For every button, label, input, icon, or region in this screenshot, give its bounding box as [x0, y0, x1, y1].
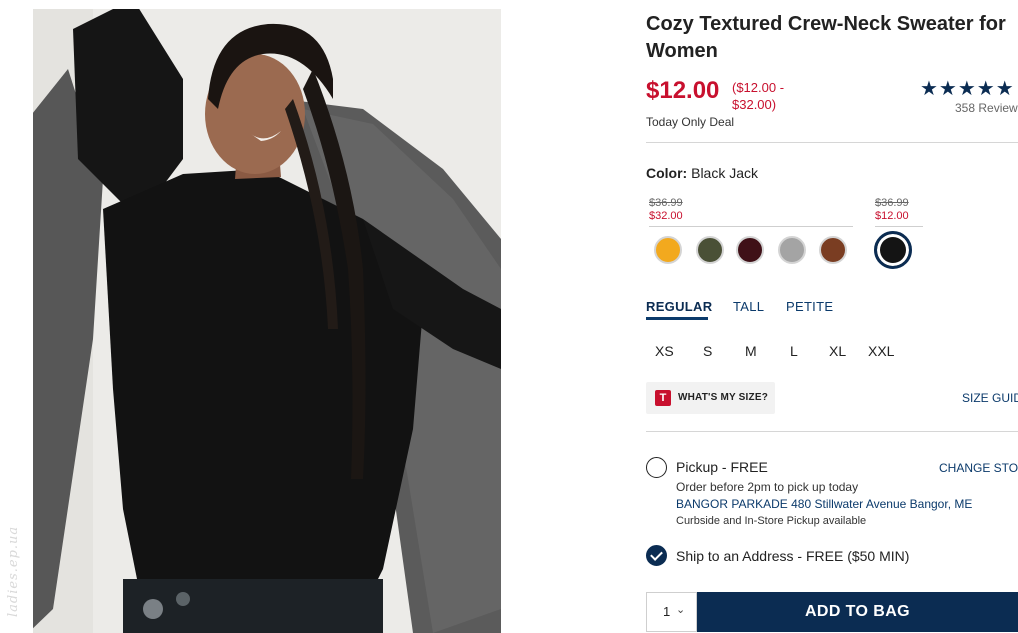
- curbside-note: Curbside and In-Store Pickup available: [676, 515, 867, 527]
- product-info-panel: Cozy Textured Crew-Neck Sweater for Wome…: [646, 0, 1018, 633]
- add-to-bag-button[interactable]: ADD TO BAG: [697, 592, 1018, 632]
- tab-petite[interactable]: PETITE: [786, 299, 833, 314]
- divider: [646, 142, 1018, 143]
- product-title-line-1: Cozy Textured Crew-Neck Sweater for: [646, 13, 1006, 35]
- tab-regular[interactable]: REGULAR: [646, 299, 712, 314]
- product-title: Cozy Textured Crew-Neck Sweater for Wome…: [646, 11, 1018, 65]
- size-option-xl[interactable]: XL: [829, 343, 846, 359]
- swatch-mustard[interactable]: [654, 236, 682, 264]
- size-option-s[interactable]: S: [703, 343, 712, 359]
- whats-my-size-button[interactable]: T WHAT'S MY SIZE?: [646, 382, 775, 414]
- swatch-gray[interactable]: [778, 236, 806, 264]
- product-image[interactable]: [33, 9, 501, 633]
- ship-to-address-radio[interactable]: [646, 545, 667, 566]
- review-count-link[interactable]: 358 Review: [955, 101, 1018, 115]
- true-fit-logo-icon: T: [655, 390, 671, 406]
- deal-label: Today Only Deal: [646, 115, 735, 129]
- swatch-group-price: $36.99 $12.00: [875, 197, 909, 223]
- swatch-group-divider: [649, 226, 853, 227]
- swatch-burgundy[interactable]: [736, 236, 764, 264]
- color-label: Color:: [646, 165, 688, 181]
- swatch-black-jack[interactable]: [874, 231, 912, 269]
- current-price: $12.00: [646, 77, 720, 104]
- selected-color-name: Black Jack: [691, 165, 759, 181]
- group-old-price: $36.99: [875, 197, 909, 209]
- tab-tall[interactable]: TALL: [733, 299, 764, 314]
- quantity-select[interactable]: 1 ⌄: [646, 592, 697, 632]
- watermark-text: ladies.ep.ua: [6, 525, 21, 617]
- rating-stars-icon[interactable]: ★★★★★: [920, 76, 1015, 101]
- swatch-brown[interactable]: [819, 236, 847, 264]
- store-address-link[interactable]: BANGOR PARKADE 480 Stillwater Avenue Ban…: [676, 497, 972, 511]
- size-option-m[interactable]: M: [745, 343, 757, 359]
- group-sale-price: $12.00: [875, 210, 909, 222]
- size-option-xxl[interactable]: XXL: [868, 343, 894, 359]
- product-photo-illustration: [33, 9, 501, 633]
- group-old-price: $36.99: [649, 197, 683, 209]
- pickup-radio[interactable]: [646, 457, 667, 478]
- divider: [646, 431, 1018, 432]
- watermark: ladies.ep.ua: [2, 505, 28, 625]
- price-range: ($12.00 - $32.00): [732, 79, 802, 113]
- price-range-high: $32.00): [732, 97, 777, 112]
- product-title-line-2: Women: [646, 40, 718, 62]
- ship-to-address-label: Ship to an Address - FREE ($50 MIN): [676, 548, 910, 564]
- chevron-down-icon: ⌄: [676, 604, 686, 616]
- size-option-xs[interactable]: XS: [655, 343, 674, 359]
- change-store-link[interactable]: CHANGE STORI: [939, 461, 1018, 475]
- swatch-group-price: $36.99 $32.00: [649, 197, 683, 223]
- price-range-low: ($12.00 -: [732, 80, 785, 95]
- group-sale-price: $32.00: [649, 210, 683, 222]
- whats-my-size-label: WHAT'S MY SIZE?: [678, 392, 769, 403]
- pickup-order-note: Order before 2pm to pick up today: [676, 480, 859, 494]
- color-label-row: Color: Black Jack: [646, 165, 758, 181]
- pickup-label: Pickup - FREE: [676, 459, 768, 475]
- size-guide-link[interactable]: SIZE GUIDI: [962, 391, 1018, 405]
- size-option-l[interactable]: L: [790, 343, 798, 359]
- active-tab-indicator: [646, 317, 708, 320]
- swatch-group-divider: [875, 226, 923, 227]
- quantity-value: 1: [663, 604, 671, 619]
- swatch-olive[interactable]: [696, 236, 724, 264]
